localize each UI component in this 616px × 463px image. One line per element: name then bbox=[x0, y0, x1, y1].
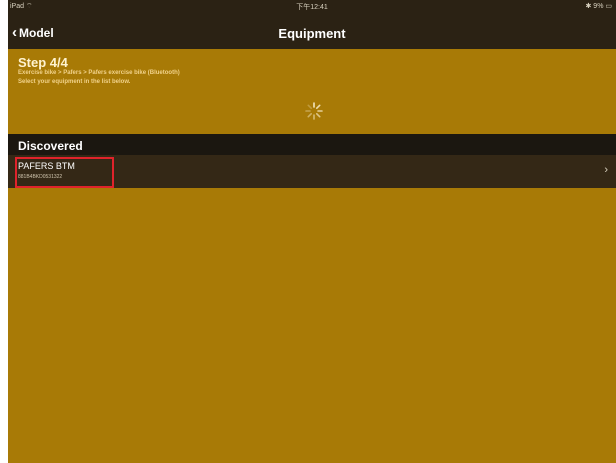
navigation-bar: ‹ Model Equipment bbox=[8, 12, 616, 49]
status-bar: iPad ⌔ 下午12:41 ✱ 9% ▭ bbox=[8, 0, 616, 12]
status-battery: ✱ 9% ▭ bbox=[585, 2, 612, 10]
battery-percent: 9% bbox=[593, 3, 604, 10]
page-title: Equipment bbox=[278, 26, 346, 41]
device-list-item[interactable]: PAFERS BTM 881B4BKD0531322 › bbox=[8, 155, 616, 188]
step-header: Step 4/4 Exercise bike > Pafers > Pafers… bbox=[8, 49, 616, 134]
step-title: Step 4/4 bbox=[18, 55, 68, 70]
status-time: 下午12:41 bbox=[296, 4, 328, 11]
empty-list-area bbox=[8, 188, 616, 463]
section-title: Discovered bbox=[18, 139, 83, 153]
loading-spinner-icon bbox=[304, 101, 324, 121]
step-breadcrumb: Exercise bike > Pafers > Pafers exercise… bbox=[18, 70, 180, 76]
step-instruction: Select your equipment in the list below. bbox=[18, 79, 131, 85]
ipad-screen: iPad ⌔ 下午12:41 ✱ 9% ▭ ‹ Model Equipment … bbox=[8, 0, 616, 463]
battery-icon: ▭ bbox=[605, 3, 612, 10]
chevron-right-icon: › bbox=[604, 164, 608, 176]
section-header-discovered: Discovered bbox=[8, 134, 616, 155]
device-address: 881B4BKD0531322 bbox=[18, 174, 63, 180]
device-name: PAFERS BTM bbox=[18, 161, 75, 171]
bluetooth-icon: ✱ bbox=[585, 3, 592, 10]
